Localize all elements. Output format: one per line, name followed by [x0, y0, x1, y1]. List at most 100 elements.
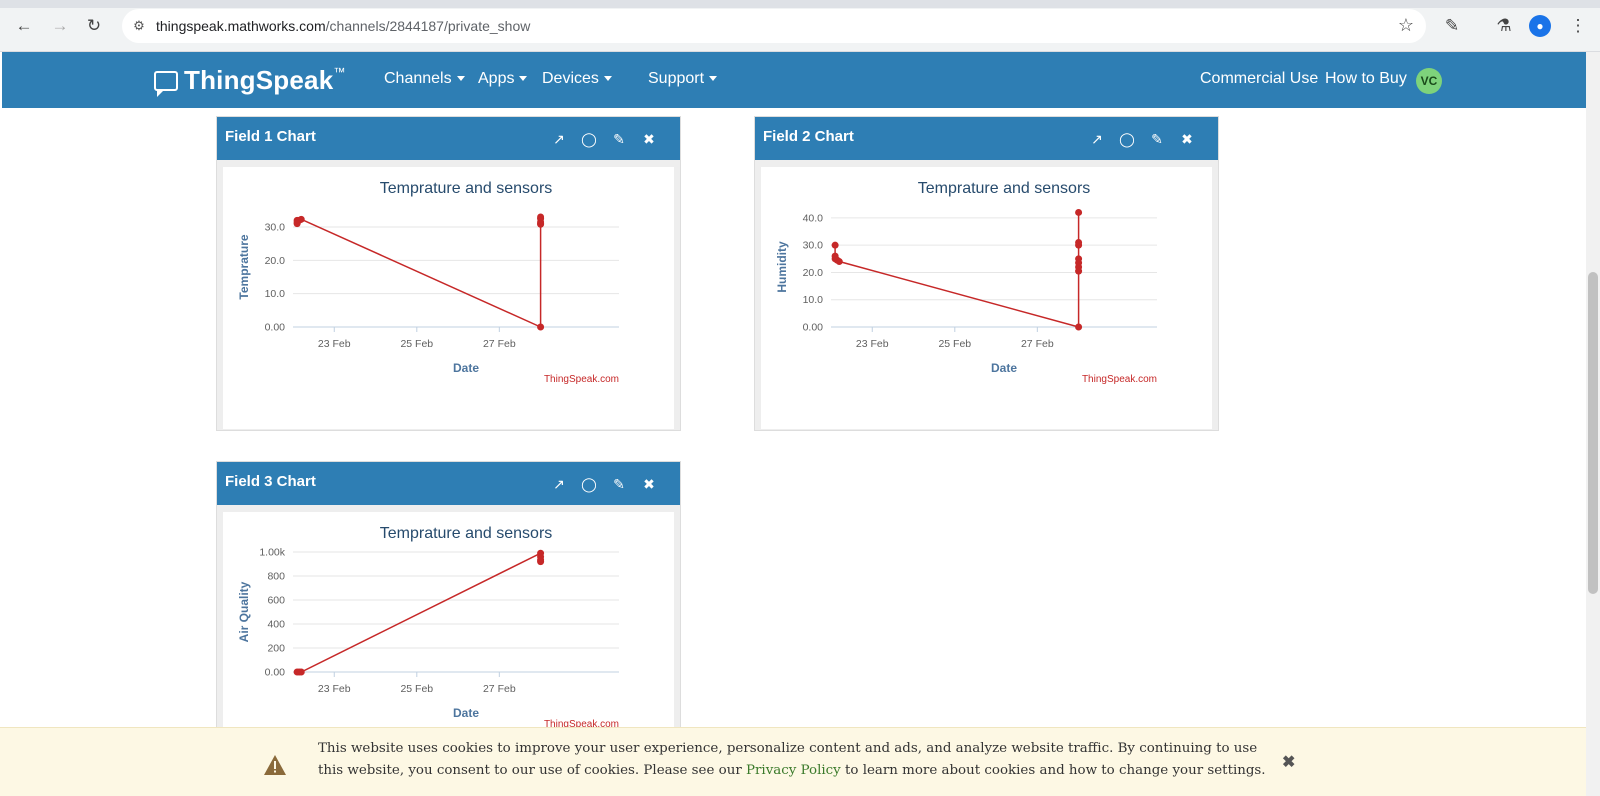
menu-devices[interactable]: Devices — [542, 70, 612, 88]
field-2-chart-panel: Field 2 Chart ↗ ◯ ✎ ✖ Temprature and sen… — [754, 116, 1219, 431]
menu-channels[interactable]: Channels — [384, 70, 465, 88]
extensions-icon[interactable]: ✎ — [1440, 14, 1464, 38]
privacy-policy-link[interactable]: Privacy Policy — [746, 763, 841, 778]
open-external-icon[interactable]: ↗ — [544, 129, 574, 149]
menu-apps[interactable]: Apps — [478, 70, 528, 88]
y-tick-label: 0.00 — [803, 322, 824, 334]
data-point — [1075, 255, 1083, 263]
forward-icon[interactable]: → — [48, 14, 72, 38]
chevron-down-icon — [519, 76, 528, 82]
chart-credit: ThingSpeak.com — [544, 374, 619, 385]
labs-flask-icon[interactable]: ⚗ — [1492, 14, 1516, 38]
chart-area: Temprature and sensors 0.00 10.0 20.0 30.0 40… — [761, 167, 1212, 429]
panel-tools: ↗ ◯ ✎ ✖ — [1082, 129, 1202, 149]
data-point — [537, 323, 545, 331]
chart-title: Temprature and sensors — [918, 180, 1091, 197]
url-text: thingspeak.mathworks.com/channels/284418… — [156, 18, 530, 34]
data-point — [537, 213, 545, 221]
close-icon[interactable]: ✖ — [1282, 752, 1295, 772]
cookie-banner: This website uses cookies to improve you… — [0, 727, 1586, 796]
data-point — [831, 241, 839, 249]
site-info-icon[interactable]: ⚙ — [122, 18, 156, 34]
panel-title: Field 1 Chart — [225, 128, 316, 145]
open-external-icon[interactable]: ↗ — [1082, 129, 1112, 149]
chart-title: Temprature and sensors — [380, 180, 553, 197]
browser-menu-icon[interactable]: ⋮ — [1566, 14, 1590, 38]
warning-icon — [264, 755, 286, 775]
profile-icon[interactable]: ● — [1529, 15, 1551, 37]
bookmark-star-icon[interactable]: ☆ — [1398, 15, 1414, 36]
close-icon[interactable]: ✖ — [634, 474, 664, 494]
avatar[interactable]: VC — [1416, 68, 1442, 94]
y-tick-label: 10.0 — [803, 294, 824, 306]
back-icon[interactable]: ← — [12, 14, 36, 38]
x-tick-label: 27 Feb — [1021, 338, 1054, 350]
y-tick-label: 20.0 — [803, 267, 824, 279]
x-axis-label: Date — [991, 361, 1017, 375]
cookie-message: This website uses cookies to improve you… — [318, 741, 1266, 778]
panel-header: Field 3 Chart ↗ ◯ ✎ ✖ — [217, 462, 680, 505]
close-icon[interactable]: ✖ — [634, 129, 664, 149]
comment-icon[interactable]: ◯ — [574, 129, 604, 149]
series-line — [296, 217, 542, 329]
y-tick-label: 600 — [267, 595, 285, 607]
field-2-chart: Temprature and sensors 0.00 10.0 20.0 30.0 40… — [775, 180, 1157, 385]
data-point — [297, 668, 305, 676]
menu-support[interactable]: Support — [648, 70, 718, 88]
x-tick-label: 27 Feb — [483, 683, 516, 695]
site-navbar: ThingSpeak™ Channels Apps Devices Suppor… — [2, 52, 1586, 108]
y-tick-label: 40.0 — [803, 212, 824, 224]
y-tick-label: 0.00 — [265, 667, 286, 679]
chart-area: Temprature and sensors 0.00 10.0 20.0 30.0 23… — [223, 167, 674, 429]
tab-strip — [0, 0, 1600, 8]
y-tick-label: 30.0 — [265, 222, 286, 234]
commercial-use-link[interactable]: Commercial Use — [1200, 70, 1318, 88]
logo-text: ThingSpeak™ — [184, 65, 346, 95]
edit-pencil-icon[interactable]: ✎ — [604, 129, 634, 149]
x-tick-label: 23 Feb — [318, 338, 351, 350]
chevron-down-icon — [603, 76, 612, 82]
how-to-buy-link[interactable]: How to Buy — [1325, 70, 1407, 88]
x-axis-label: Date — [453, 361, 479, 375]
chevron-down-icon — [456, 76, 465, 82]
x-tick-label: 23 Feb — [856, 338, 889, 350]
data-point — [537, 220, 545, 228]
y-tick-label: 200 — [267, 643, 285, 655]
thingspeak-logo[interactable]: ThingSpeak™ — [154, 65, 346, 97]
chart-credit: ThingSpeak.com — [1082, 374, 1157, 385]
x-tick-label: 25 Feb — [938, 338, 971, 350]
x-tick-label: 25 Feb — [400, 683, 433, 695]
url-path: /channels/2844187/private_show — [325, 18, 531, 34]
data-point — [1075, 208, 1083, 216]
y-axis-label: Air Quality — [237, 581, 251, 642]
x-tick-label: 23 Feb — [318, 683, 351, 695]
browser-toolbar: ← → ↻ ⚙ thingspeak.mathworks.com/channel… — [0, 0, 1600, 52]
field-1-chart-panel: Field 1 Chart ↗ ◯ ✎ ✖ Temprature and sen… — [216, 116, 681, 431]
panel-title: Field 3 Chart — [225, 473, 316, 490]
open-external-icon[interactable]: ↗ — [544, 474, 574, 494]
data-point — [297, 215, 305, 223]
y-axis-label: Temprature — [237, 234, 251, 299]
x-tick-label: 27 Feb — [483, 338, 516, 350]
edit-pencil-icon[interactable]: ✎ — [1142, 129, 1172, 149]
panel-header: Field 1 Chart ↗ ◯ ✎ ✖ — [217, 117, 680, 160]
field-1-chart: Temprature and sensors 0.00 10.0 20.0 30.0 23… — [237, 180, 619, 385]
url-host: thingspeak.mathworks.com — [156, 18, 326, 34]
address-bar[interactable]: ⚙ thingspeak.mathworks.com/channels/2844… — [122, 9, 1426, 43]
y-tick-label: 800 — [267, 571, 285, 583]
scrollbar-thumb[interactable] — [1588, 272, 1598, 594]
comment-icon[interactable]: ◯ — [574, 474, 604, 494]
speech-bubble-icon — [154, 70, 178, 97]
data-point — [1075, 238, 1083, 246]
close-icon[interactable]: ✖ — [1172, 129, 1202, 149]
x-tick-label: 25 Feb — [400, 338, 433, 350]
data-point — [835, 258, 843, 266]
y-tick-label: 400 — [267, 619, 285, 631]
comment-icon[interactable]: ◯ — [1112, 129, 1142, 149]
reload-icon[interactable]: ↻ — [82, 14, 106, 38]
edit-pencil-icon[interactable]: ✎ — [604, 474, 634, 494]
y-tick-label: 10.0 — [265, 288, 286, 300]
y-tick-label: 0.00 — [265, 322, 286, 334]
panel-title: Field 2 Chart — [763, 128, 854, 145]
data-point — [1075, 323, 1083, 331]
